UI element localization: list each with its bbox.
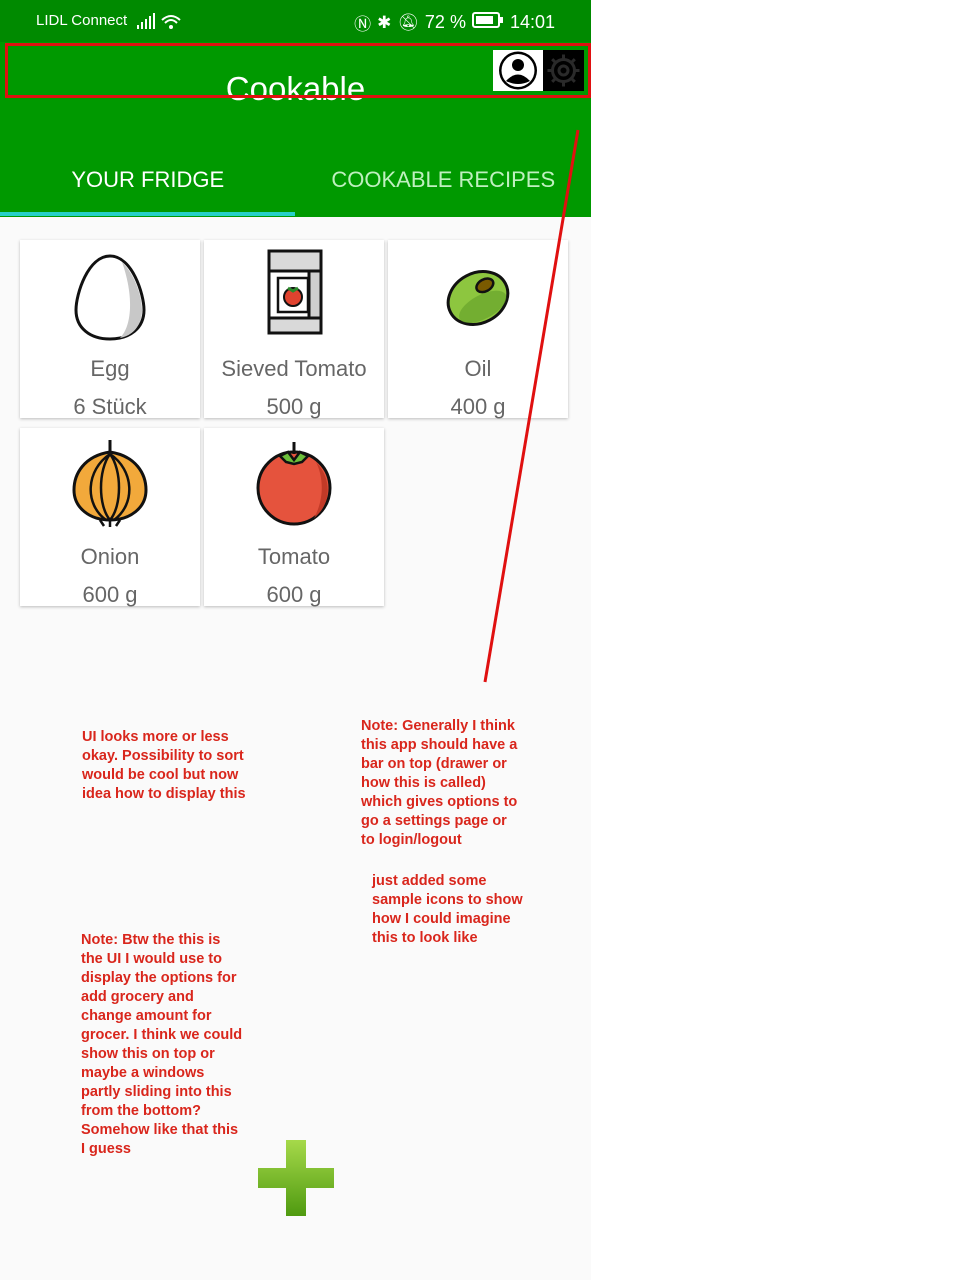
annotation-arrow-line xyxy=(483,129,580,683)
